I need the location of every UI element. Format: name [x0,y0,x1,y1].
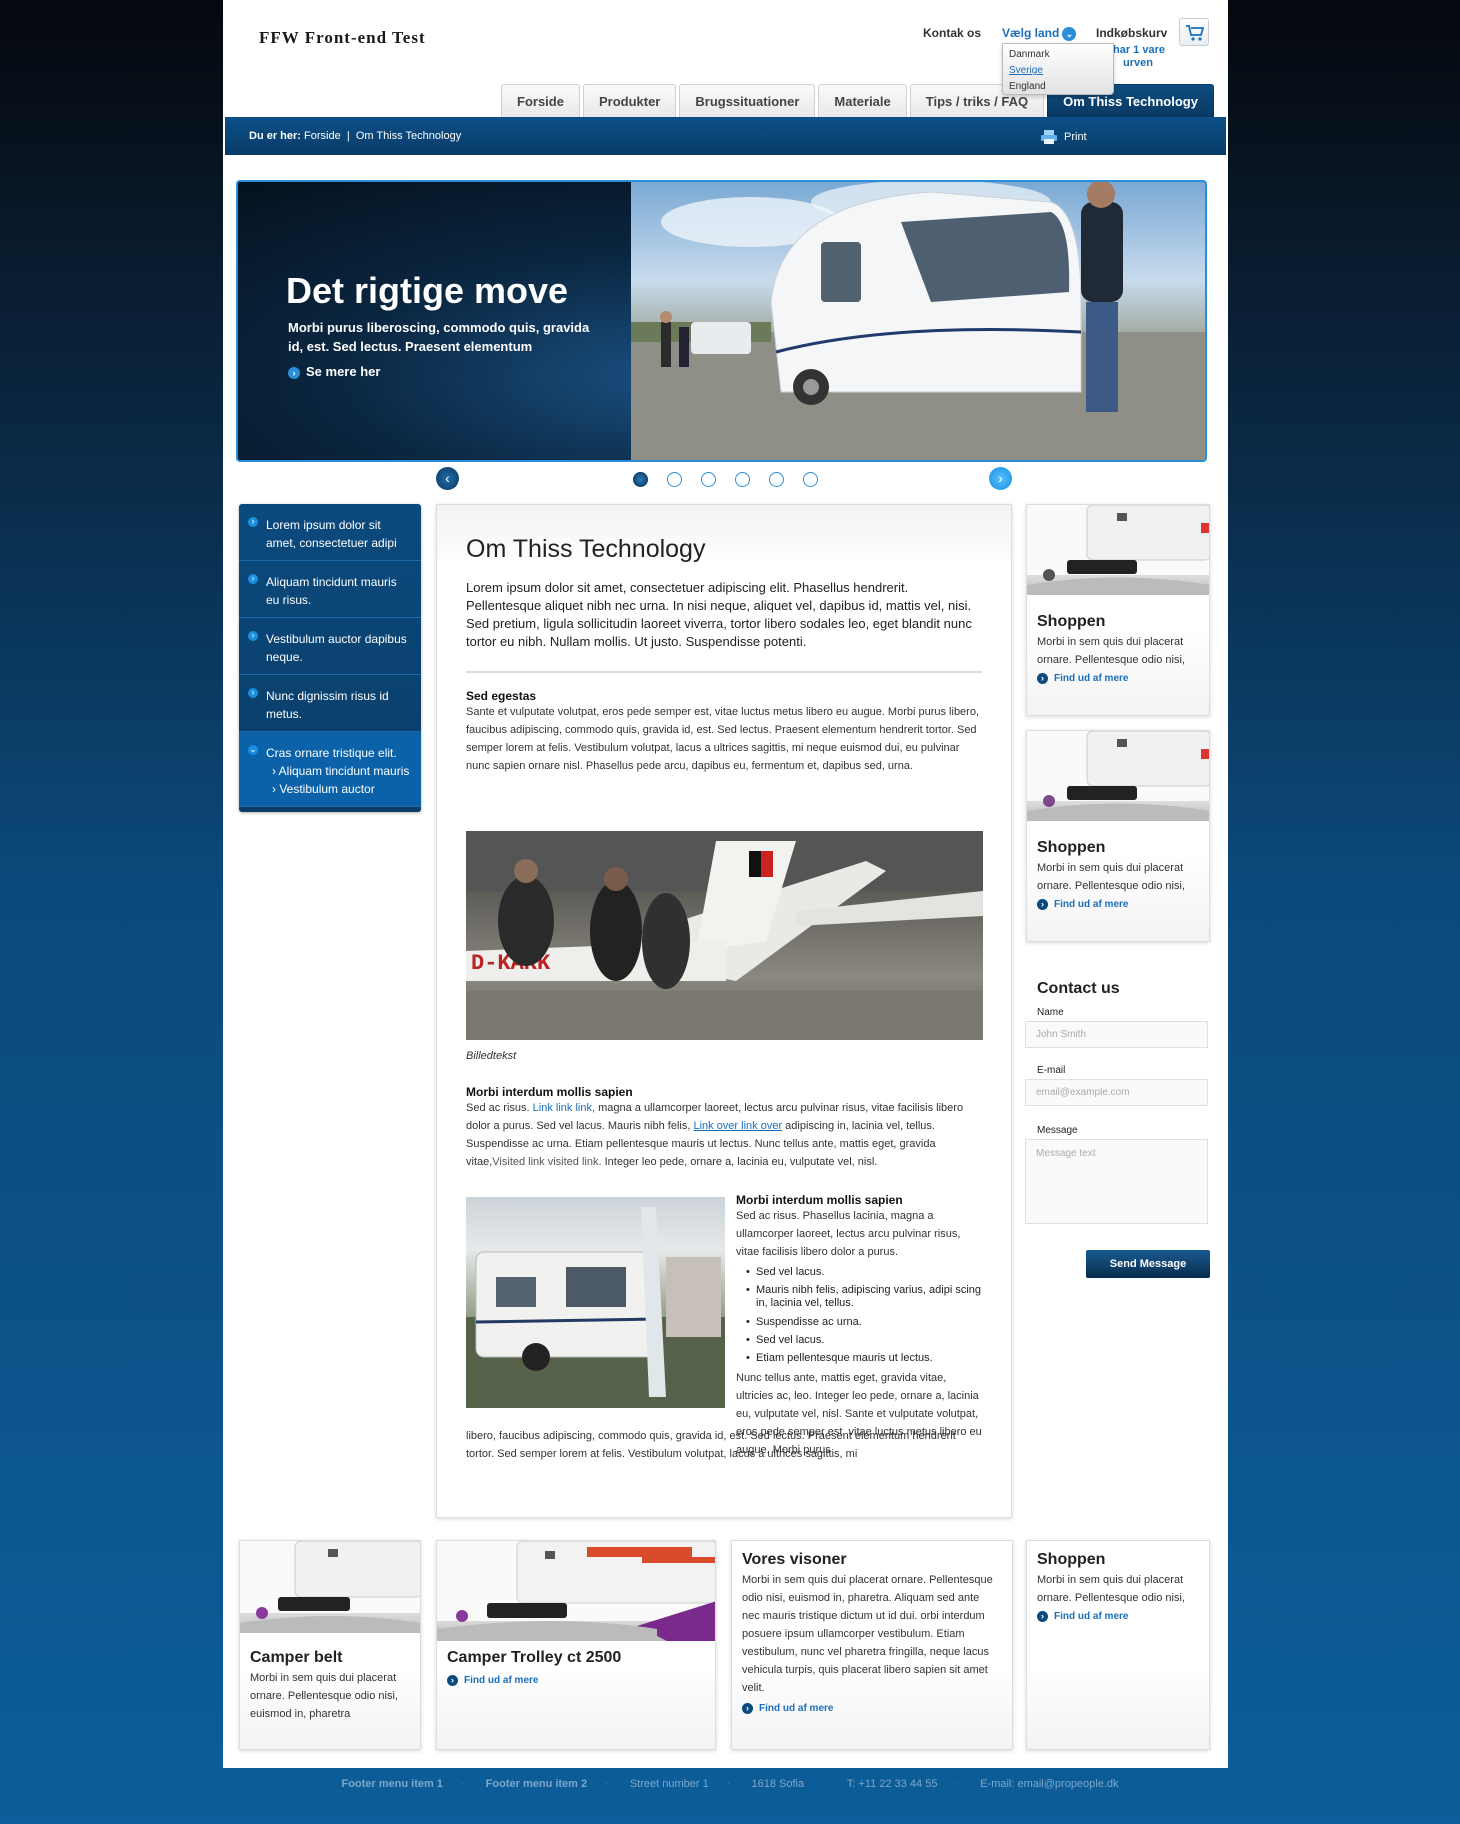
hero-more-link[interactable]: › Se mere her [288,364,380,379]
sidebar-item-4[interactable]: Nunc dignissim risus id metus. [239,675,421,732]
glider-image: D-KARK [466,831,983,1040]
hero-dot-4[interactable] [735,472,750,487]
breadcrumb: Du er her: Forside | Om Thiss Technology [249,130,462,142]
country-option-sverige[interactable]: Sverige [1009,63,1107,79]
bullet-list: Sed vel lacus. Mauris nibh felis, adipis… [746,1263,982,1367]
section-morbi-1: Morbi interdum mollis sapien Sed ac risu… [466,1085,964,1168]
find-more-link[interactable]: › Find ud af mere [1037,899,1128,910]
tab-produkter[interactable]: Produkter [582,84,677,118]
sidebar-item-5[interactable]: Cras ornare tristique elit. › Aliquam ti… [239,732,421,807]
find-more-link[interactable]: › Find ud af mere [1037,1611,1128,1622]
product-image [1027,731,1209,821]
cart-button[interactable] [1179,18,1209,46]
hero-dots [633,472,837,487]
arrow-right-icon: › [288,366,300,379]
message-field[interactable] [1025,1139,1208,1224]
breadcrumb-home[interactable]: Forside [304,130,341,142]
tab-brugssituationer[interactable]: Brugssituationer [679,84,816,118]
arrow-right-icon: › [1037,1611,1048,1622]
hero-slider: Det rigtige move Morbi purus liberoscing… [236,180,1207,462]
product-image [437,1541,715,1641]
page-title: Om Thiss Technology [466,535,706,563]
footer-menu-item-1[interactable]: Footer menu item 1 [341,1778,442,1790]
hero-dot-2[interactable] [667,472,682,487]
country-selector[interactable]: Vælg land ⌄ [1002,26,1077,41]
hero-dot-5[interactable] [769,472,784,487]
breadcrumb-bar: Du er her: Forside | Om Thiss Technology… [225,117,1226,155]
inline-link-visited[interactable]: Visited link visited link. [492,1156,601,1168]
contact-form: Contact us Name E-mail Message [1025,980,1210,1224]
contact-link[interactable]: Kontak os [923,26,981,40]
country-option-danmark[interactable]: Danmark [1009,47,1107,63]
footer-menu-item-2[interactable]: Footer menu item 2 [486,1778,587,1790]
print-button[interactable]: Print [1040,129,1087,145]
hero-dot-6[interactable] [803,472,818,487]
find-more-link[interactable]: › Find ud af mere [742,1703,833,1714]
footer: Footer menu item 1 · Footer menu item 2 · … [341,1778,1119,1790]
divider [466,671,982,673]
country-selector-label: Vælg land [1002,26,1060,40]
bottom-card-camper-belt: Camper belt Morbi in sem quis dui placer… [239,1540,421,1750]
printer-icon [1041,130,1057,144]
arrow-right-icon: › [1037,899,1048,910]
footer-email[interactable]: E-mail: email@propeople.dk [980,1778,1118,1790]
sidebar-item-3[interactable]: Vestibulum auctor dapibus neque. [239,618,421,675]
send-message-button[interactable]: Send Message [1086,1250,1210,1278]
footer-phone: T: +11 22 33 44 55 [846,1778,938,1790]
footer-city: 1618 Sofia [751,1778,805,1790]
sidebar-item-2[interactable]: Aliquam tincidunt mauris eu risus. [239,561,421,618]
hero-dot-1[interactable] [633,472,648,487]
chevron-down-icon: ⌄ [1062,26,1077,41]
country-dropdown: Danmark Sverige England [1002,43,1114,95]
side-card-shoppen-2: Shoppen Morbi in sem quis dui placerat o… [1026,730,1210,942]
hero-prev-button[interactable]: ‹ [436,467,459,490]
arrow-right-icon: › [447,1675,458,1686]
site-logo[interactable]: FFW Front-end Test [259,28,426,48]
contact-title: Contact us [1037,980,1120,997]
name-field[interactable] [1025,1021,1208,1048]
tab-materiale[interactable]: Materiale [818,84,907,118]
sidebar-menu: Lorem ipsum dolor sit amet, consectetuer… [239,504,421,812]
tab-forside[interactable]: Forside [501,84,580,118]
find-more-link[interactable]: › Find ud af mere [1037,673,1128,684]
footer-street: Street number 1 [629,1778,709,1790]
breadcrumb-current: Om Thiss Technology [355,130,462,142]
cart-summary: har 1 vare urven [1113,44,1165,69]
main-content: Om Thiss Technology Lorem ipsum dolor si… [436,504,1012,1518]
inline-link-hover[interactable]: Link over link over [693,1120,782,1132]
cart-icon [1186,25,1205,41]
side-card-shoppen-1: Shoppen Morbi in sem quis dui placerat o… [1026,504,1210,716]
hero-title: Det rigtige move [286,270,569,311]
bottom-card-shoppen: Shoppen Morbi in sem quis dui placerat o… [1026,1540,1210,1750]
cart-link[interactable]: Indkøbskurv [1096,26,1167,40]
sidebar-subitem-2[interactable]: › Vestibulum auctor [266,780,413,798]
hero-pager: ‹ › [223,467,1228,493]
sidebar-item-1[interactable]: Lorem ipsum dolor sit amet, consectetuer… [239,504,421,561]
hero-subtitle: Morbi purus liberoscing, commodo quis, g… [288,320,590,354]
arrow-right-icon: › [742,1703,753,1714]
product-image [240,1541,420,1633]
bottom-card-vores-visoner: Vores visoner Morbi in sem quis dui plac… [731,1540,1013,1750]
lead-paragraph: Lorem ipsum dolor sit amet, consectetuer… [466,580,972,649]
section-sed-egestas: Sed egestas Sante et vulputate volutpat,… [466,689,980,772]
find-more-link[interactable]: › Find ud af mere [447,1675,538,1686]
hero-dot-3[interactable] [701,472,716,487]
section-morbi-2: Morbi interdum mollis sapien Sed ac risu… [736,1193,982,1459]
section-morbi-2-cont: libero, faucibus adipiscing, commodo qui… [466,1430,956,1460]
hero-next-button[interactable]: › [989,467,1012,490]
caravan-photo [466,1197,725,1408]
email-field[interactable] [1025,1079,1208,1106]
page-container: FFW Front-end Test Kontak os Vælg land ⌄ … [223,0,1228,1768]
bottom-card-camper-trolley: Camper Trolley ct 2500 › Find ud af mere [436,1540,716,1750]
image-caption: Billedtekst [466,1050,517,1062]
hero-image-caravan [631,182,1205,460]
product-image [1027,505,1209,595]
country-option-england[interactable]: England [1009,79,1107,95]
arrow-right-icon: › [1037,673,1048,684]
inline-link[interactable]: Link link link, [533,1102,595,1114]
sidebar-subitem-1[interactable]: › Aliquam tincidunt mauris [266,762,413,780]
